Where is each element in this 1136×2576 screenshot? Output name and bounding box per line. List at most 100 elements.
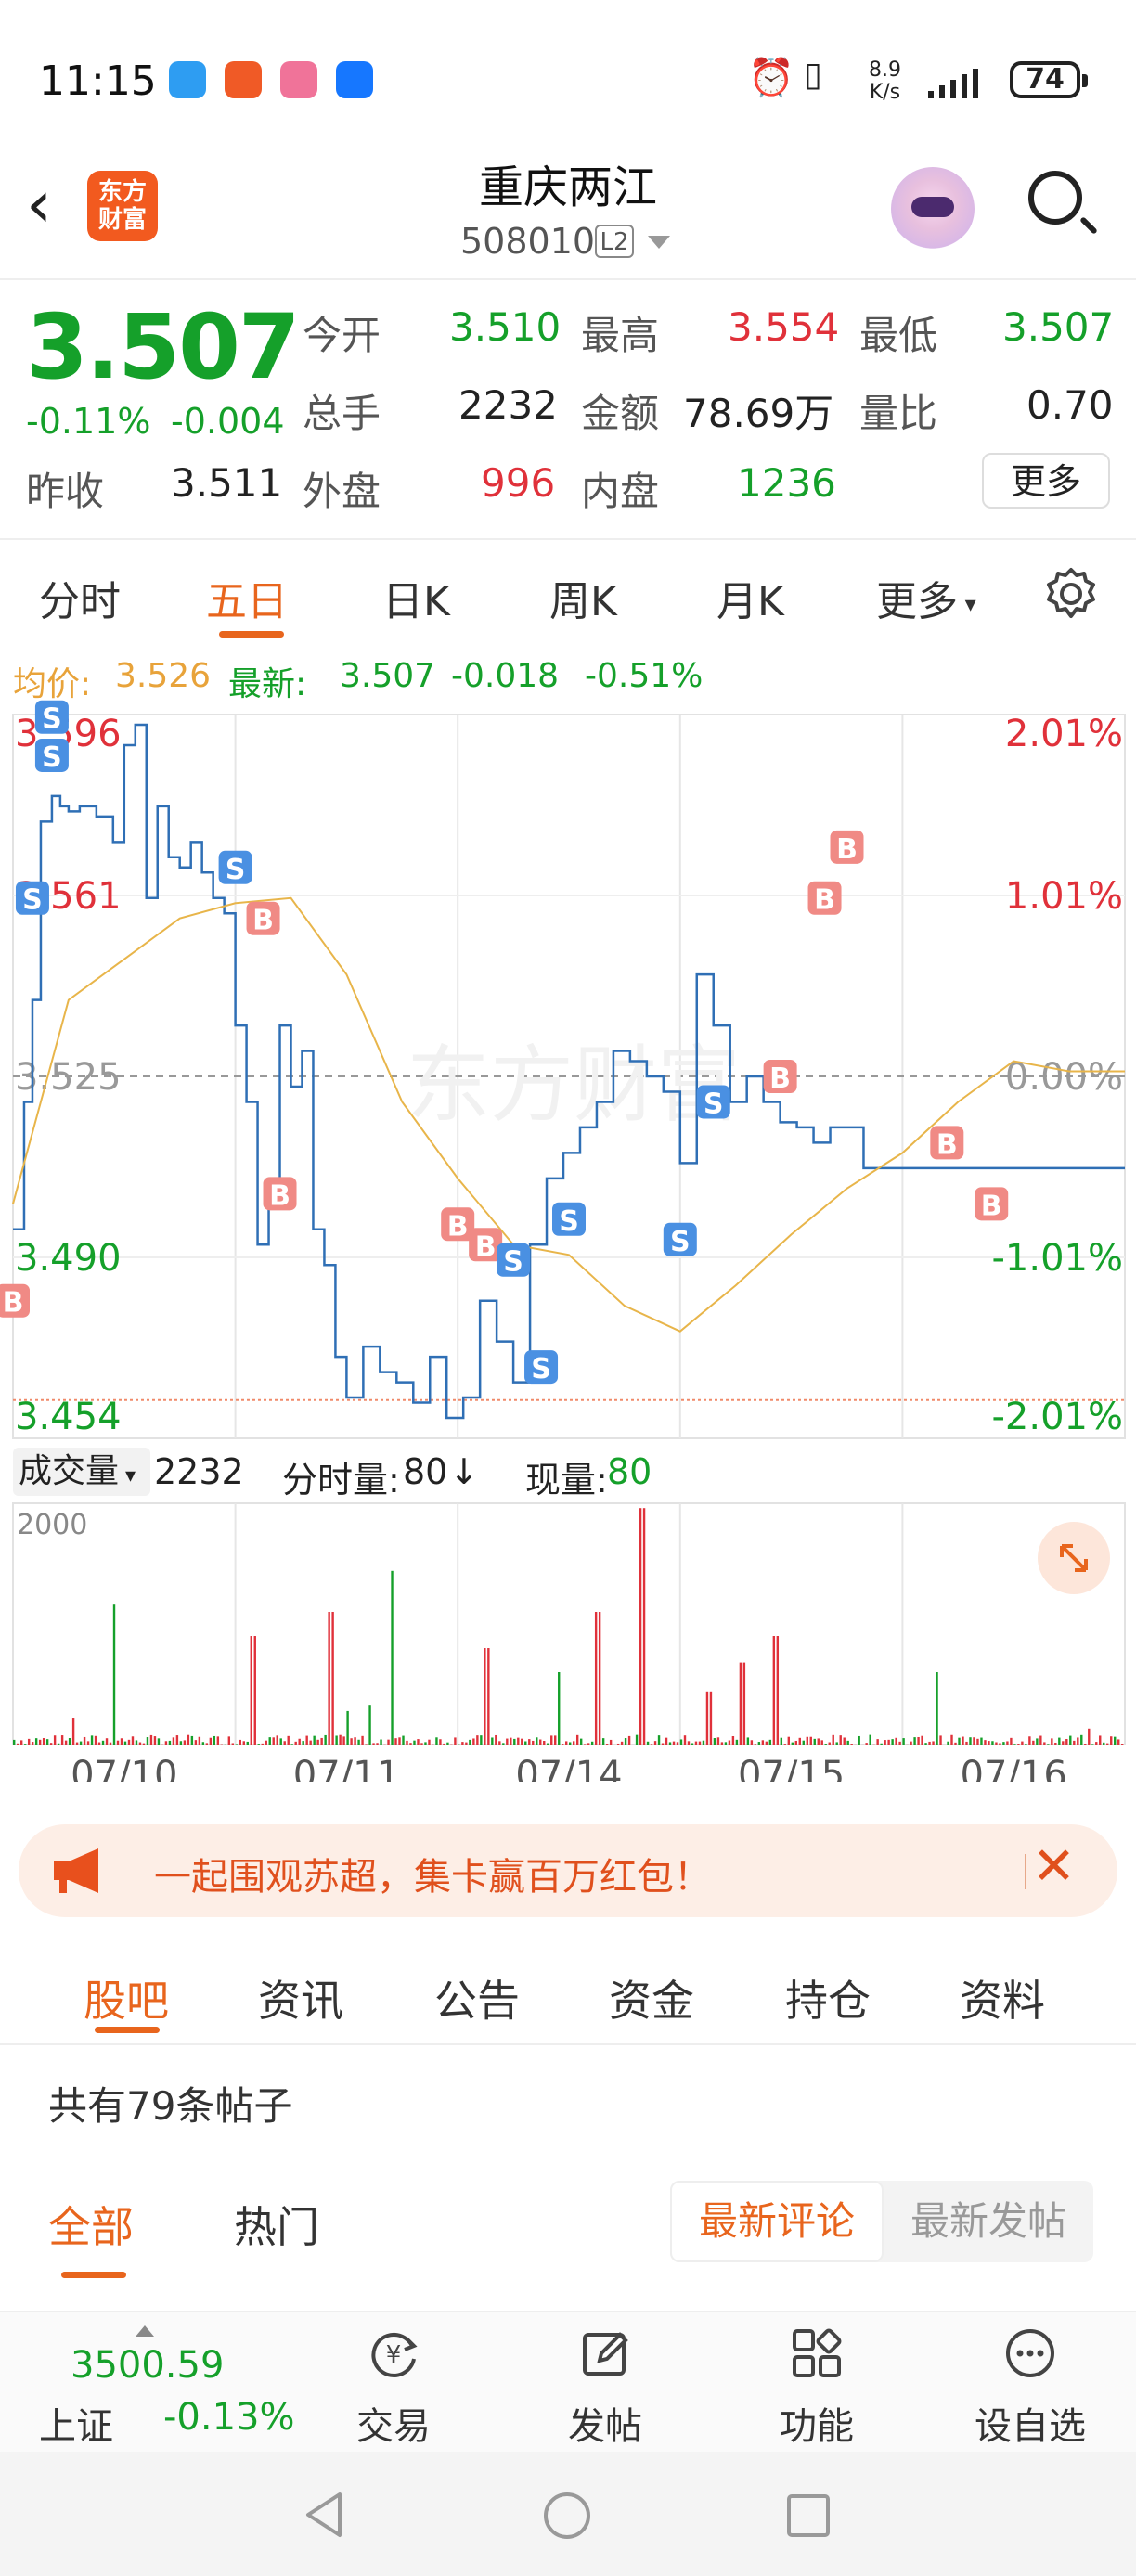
- net-speed-value: 8.9: [869, 58, 901, 82]
- messages-app-icon: [169, 61, 206, 98]
- gear-icon[interactable]: [1043, 566, 1099, 622]
- tab-more[interactable]: 更多 ▾: [876, 568, 976, 627]
- y-tick-left: 3.454: [15, 1396, 122, 1438]
- price-chart-svg[interactable]: 东方财富3.5963.5613.5253.4903.4542.01%1.01%0…: [0, 640, 1136, 1782]
- volume-bar: [554, 1735, 557, 1745]
- current-volume-label: 现量:: [525, 1460, 608, 1501]
- tab-profile[interactable]: 资料: [960, 1967, 1045, 2029]
- add-watchlist-button[interactable]: 设自选: [965, 2312, 1095, 2454]
- tab-more-label: 更多: [876, 578, 958, 625]
- volume-selector[interactable]: 成交量 ▾: [13, 1448, 150, 1496]
- tab-news[interactable]: 资讯: [258, 1967, 343, 2029]
- volume-bar: [598, 1612, 601, 1745]
- tab-funds[interactable]: 资金: [609, 1967, 694, 2029]
- net-speed: 8.9 K/s: [869, 59, 901, 104]
- volume-bar: [365, 1744, 368, 1745]
- tab-five-day[interactable]: 五日: [206, 568, 288, 627]
- volume-bar: [1032, 1740, 1035, 1745]
- volume-bar: [142, 1743, 146, 1745]
- tab-daily-k[interactable]: 日K: [382, 568, 450, 627]
- volume-bar: [1080, 1734, 1083, 1745]
- tab-intraday[interactable]: 分时: [39, 568, 121, 627]
- volume-bar: [1058, 1737, 1061, 1745]
- volume-bar: [939, 1735, 942, 1745]
- volume-bar: [75, 1742, 79, 1745]
- x-axis-label: 07/16: [961, 1754, 1067, 1782]
- volume-bar: [116, 1740, 120, 1745]
- feed-tab-hot[interactable]: 热门: [234, 2194, 319, 2255]
- nav-back-icon[interactable]: [303, 2491, 347, 2539]
- volume-bar: [575, 1734, 579, 1745]
- volume-bar: [590, 1741, 594, 1745]
- volume-bar: [898, 1741, 901, 1745]
- volume-bar: [709, 1691, 713, 1745]
- tab-guba[interactable]: 股吧: [84, 1967, 169, 2029]
- volume-bar: [739, 1662, 742, 1745]
- trade-button[interactable]: ¥ 交易: [329, 2312, 458, 2454]
- tab-weekly-k[interactable]: 周K: [549, 568, 617, 627]
- active-subtab-indicator: [95, 2027, 160, 2033]
- features-label: 功能: [780, 2405, 854, 2448]
- volume-bar: [517, 1737, 520, 1745]
- post-count: 共有79条帖子: [48, 2083, 293, 2129]
- promo-banner[interactable]: 一起围观苏超，集卡赢百万红包！ ✕: [19, 1824, 1117, 1917]
- features-button[interactable]: 功能: [752, 2312, 882, 2454]
- volume-bar: [265, 1740, 267, 1745]
- volume-bar: [798, 1737, 801, 1745]
- search-icon[interactable]: [1028, 171, 1082, 225]
- feed-tab-all[interactable]: 全部: [48, 2194, 134, 2255]
- expand-icon[interactable]: [1038, 1522, 1110, 1594]
- close-icon[interactable]: ✕: [1032, 1839, 1076, 1895]
- volume-bar: [1095, 1742, 1098, 1745]
- volume-bar: [64, 1740, 68, 1745]
- five-day-chart[interactable]: 均价: 3.526 最新: 3.507 -0.018 -0.51% 东方财富 3.…: [0, 640, 1136, 1782]
- volume-bar: [27, 1738, 31, 1745]
- stock-code[interactable]: 508010: [460, 221, 595, 262]
- low-label: 最低: [859, 313, 938, 358]
- volume-bar: [38, 1739, 42, 1745]
- volume-bar: [239, 1739, 241, 1745]
- level2-badge[interactable]: L2: [595, 225, 634, 258]
- volume-bar: [372, 1743, 375, 1745]
- sort-latest-post[interactable]: 最新发帖: [884, 2181, 1093, 2262]
- volume-bar: [387, 1739, 390, 1745]
- assistant-robot-icon[interactable]: [891, 167, 975, 251]
- trade-marker-label: B: [447, 1210, 469, 1243]
- volume-bar: [105, 1738, 109, 1745]
- post-button[interactable]: 发帖: [540, 2312, 670, 2454]
- trade-marker-label: B: [936, 1128, 958, 1161]
- volume-bar: [335, 1735, 338, 1745]
- volume-bar: [1054, 1742, 1057, 1745]
- volume-bar: [331, 1612, 334, 1745]
- tab-holdings[interactable]: 持仓: [785, 1967, 871, 2029]
- chevron-down-icon[interactable]: [648, 236, 670, 249]
- trade-marker-label: S: [22, 884, 43, 917]
- volume-bar: [123, 1741, 127, 1745]
- volume-bar: [138, 1742, 142, 1745]
- x-axis-label: 07/11: [293, 1754, 400, 1782]
- volume-bar: [824, 1744, 827, 1745]
- volume-bar: [995, 1742, 998, 1745]
- index-widget[interactable]: 3500.59 上证 -0.13%: [0, 2312, 316, 2454]
- volume-bar: [543, 1741, 546, 1745]
- more-quote-button[interactable]: 更多: [982, 453, 1110, 509]
- volume-bar: [49, 1743, 53, 1745]
- tab-announcements[interactable]: 公告: [434, 1967, 520, 2029]
- volume-bar: [1069, 1735, 1072, 1745]
- nav-home-icon[interactable]: [542, 2491, 592, 2541]
- volume-bar: [813, 1738, 816, 1745]
- volume-bar: [562, 1744, 564, 1745]
- volume-bar: [376, 1743, 379, 1745]
- tab-monthly-k[interactable]: 月K: [716, 568, 784, 627]
- nav-recents-icon[interactable]: [785, 2492, 832, 2539]
- x-axis-label: 07/14: [515, 1754, 622, 1782]
- volume-bar: [1065, 1739, 1068, 1745]
- volume-bar: [316, 1739, 319, 1745]
- trade-marker-label: S: [670, 1226, 691, 1258]
- volume-bar: [1114, 1736, 1117, 1745]
- volume-bar: [999, 1743, 1001, 1745]
- trade-marker-label: B: [252, 905, 274, 937]
- volume-bar: [832, 1734, 834, 1745]
- sort-latest-comment[interactable]: 最新评论: [670, 2181, 884, 2262]
- volume-bar: [616, 1743, 620, 1745]
